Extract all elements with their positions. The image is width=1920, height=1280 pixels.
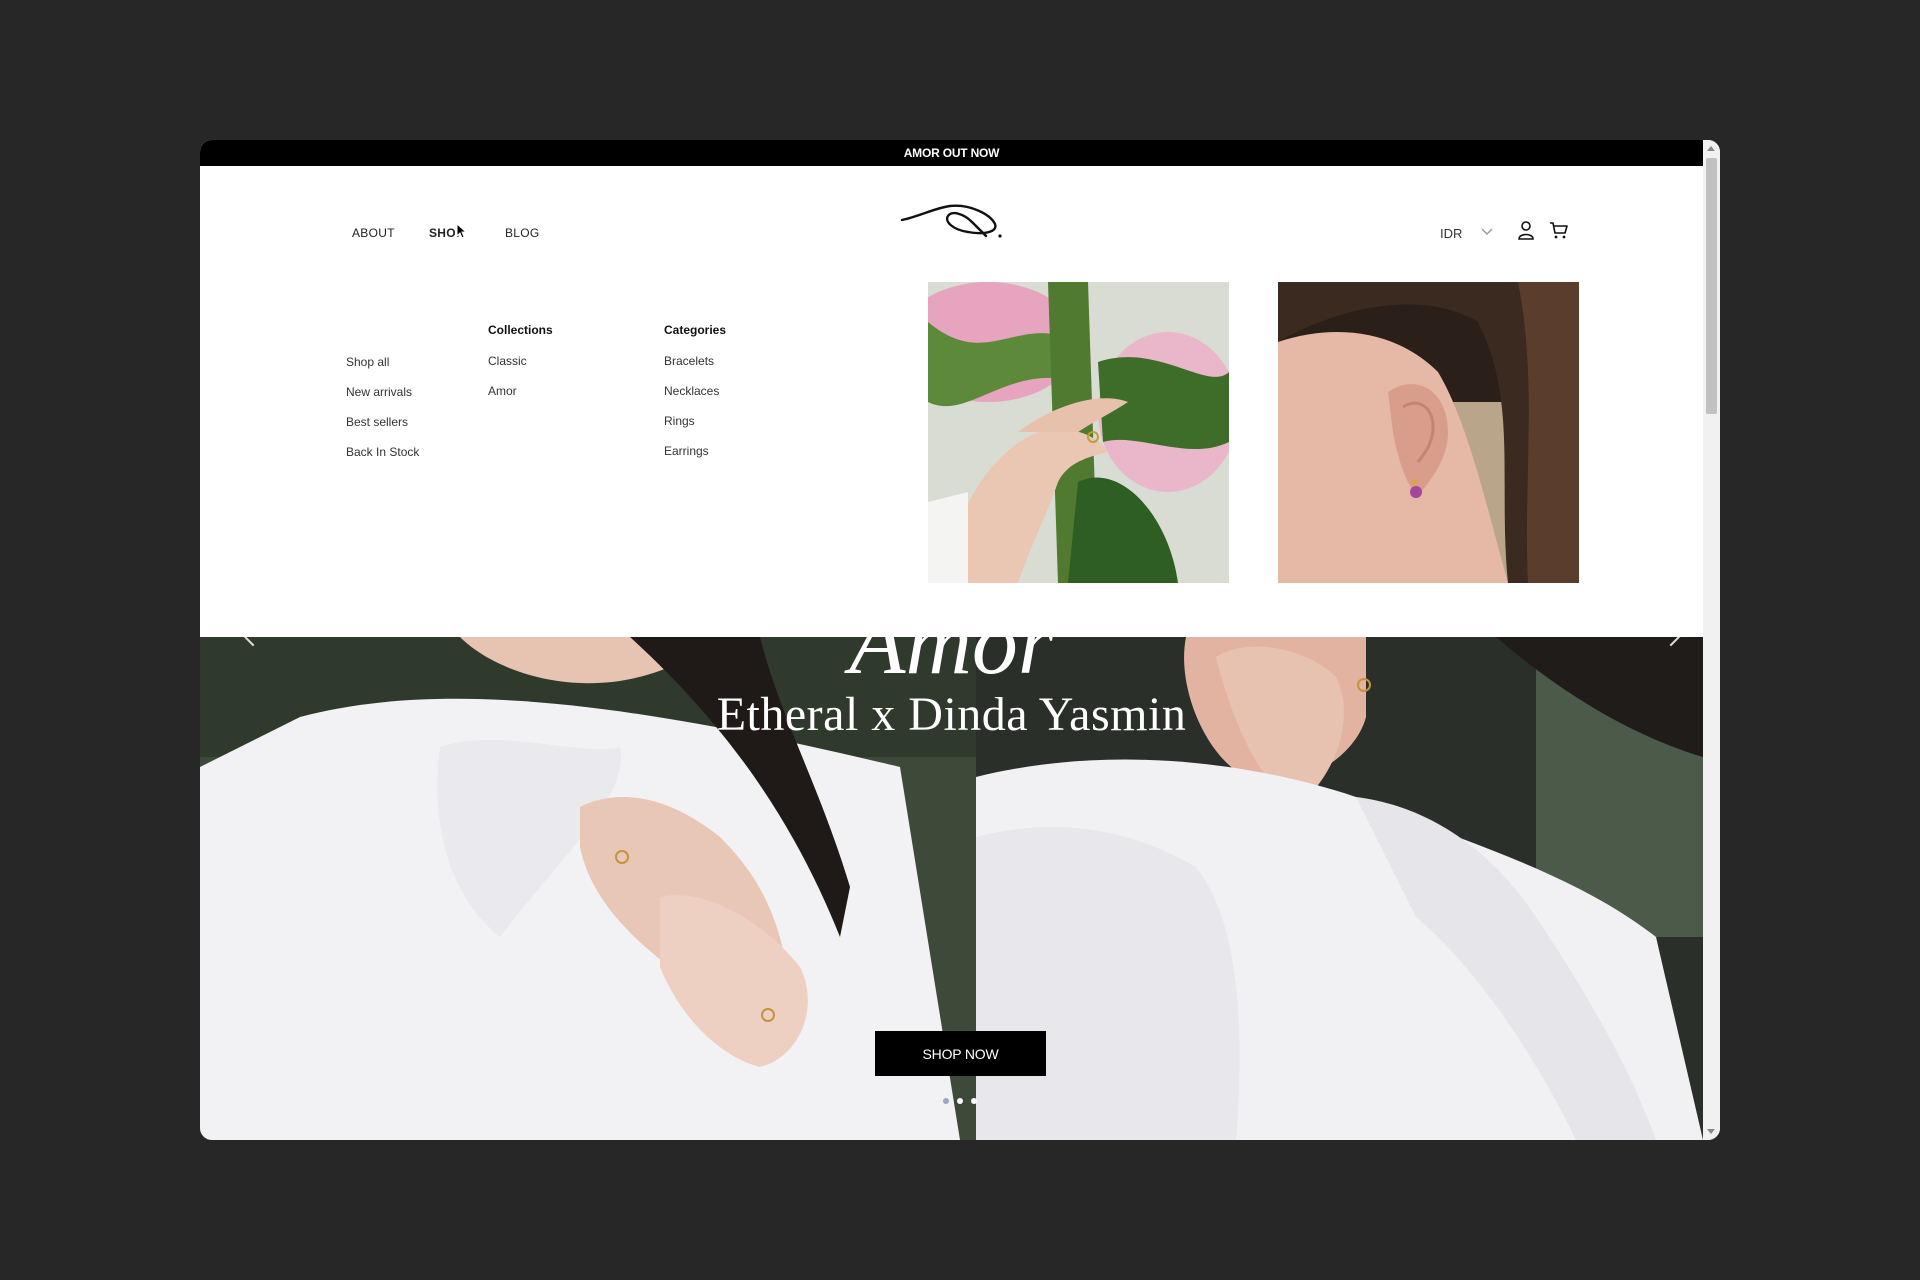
slider-pagination <box>943 1098 977 1104</box>
site-header: ABOUT SHOP BLOG IDR <box>200 166 1703 262</box>
announcement-bar[interactable]: AMOR OUT NOW <box>200 140 1703 166</box>
account-icon[interactable] <box>1516 220 1536 240</box>
promo-image-earring[interactable] <box>1278 282 1579 583</box>
browser-window: AMOR OUT NOW ABOUT SHOP BLOG IDR Shop al… <box>200 140 1720 1140</box>
shop-mega-menu: Shop all New arrivals Best sellers Back … <box>200 262 1703 637</box>
menu-link-best-sellers[interactable]: Best sellers <box>346 415 408 429</box>
promo-image-ring[interactable] <box>928 282 1229 583</box>
brand-logo[interactable] <box>900 202 1005 242</box>
page-scrollbar[interactable] <box>1703 140 1720 1140</box>
menu-link-amor[interactable]: Amor <box>488 384 517 398</box>
nav-about[interactable]: ABOUT <box>352 226 395 240</box>
menu-link-new-arrivals[interactable]: New arrivals <box>346 385 412 399</box>
scroll-down-arrow[interactable] <box>1707 1129 1715 1134</box>
menu-link-earrings[interactable]: Earrings <box>664 444 709 458</box>
slide-dot-1[interactable] <box>943 1098 949 1104</box>
slide-dot-2[interactable] <box>957 1098 963 1104</box>
currency-selector[interactable]: IDR <box>1440 226 1462 241</box>
nav-blog[interactable]: BLOG <box>505 226 540 240</box>
scroll-up-arrow[interactable] <box>1707 146 1715 151</box>
slide-dot-3[interactable] <box>971 1098 977 1104</box>
cart-icon[interactable] <box>1549 220 1569 240</box>
menu-link-shop-all[interactable]: Shop all <box>346 355 389 369</box>
scrollbar-thumb[interactable] <box>1706 158 1717 414</box>
collections-heading: Collections <box>488 323 553 337</box>
menu-link-back-in-stock[interactable]: Back In Stock <box>346 445 419 459</box>
menu-link-necklaces[interactable]: Necklaces <box>664 384 719 398</box>
menu-link-rings[interactable]: Rings <box>664 414 695 428</box>
hero-slider: Amor Etheral x Dinda Yasmin SHOP NOW <box>200 637 1703 1140</box>
shop-now-button[interactable]: SHOP NOW <box>875 1031 1046 1076</box>
announcement-text: AMOR OUT NOW <box>903 146 1000 160</box>
chevron-down-icon[interactable] <box>1480 224 1494 238</box>
menu-link-classic[interactable]: Classic <box>488 354 527 368</box>
categories-heading: Categories <box>664 323 727 337</box>
mouse-cursor-icon <box>456 223 468 239</box>
menu-link-bracelets[interactable]: Bracelets <box>664 354 714 368</box>
hero-subtitle: Etheral x Dinda Yasmin <box>716 688 1187 741</box>
